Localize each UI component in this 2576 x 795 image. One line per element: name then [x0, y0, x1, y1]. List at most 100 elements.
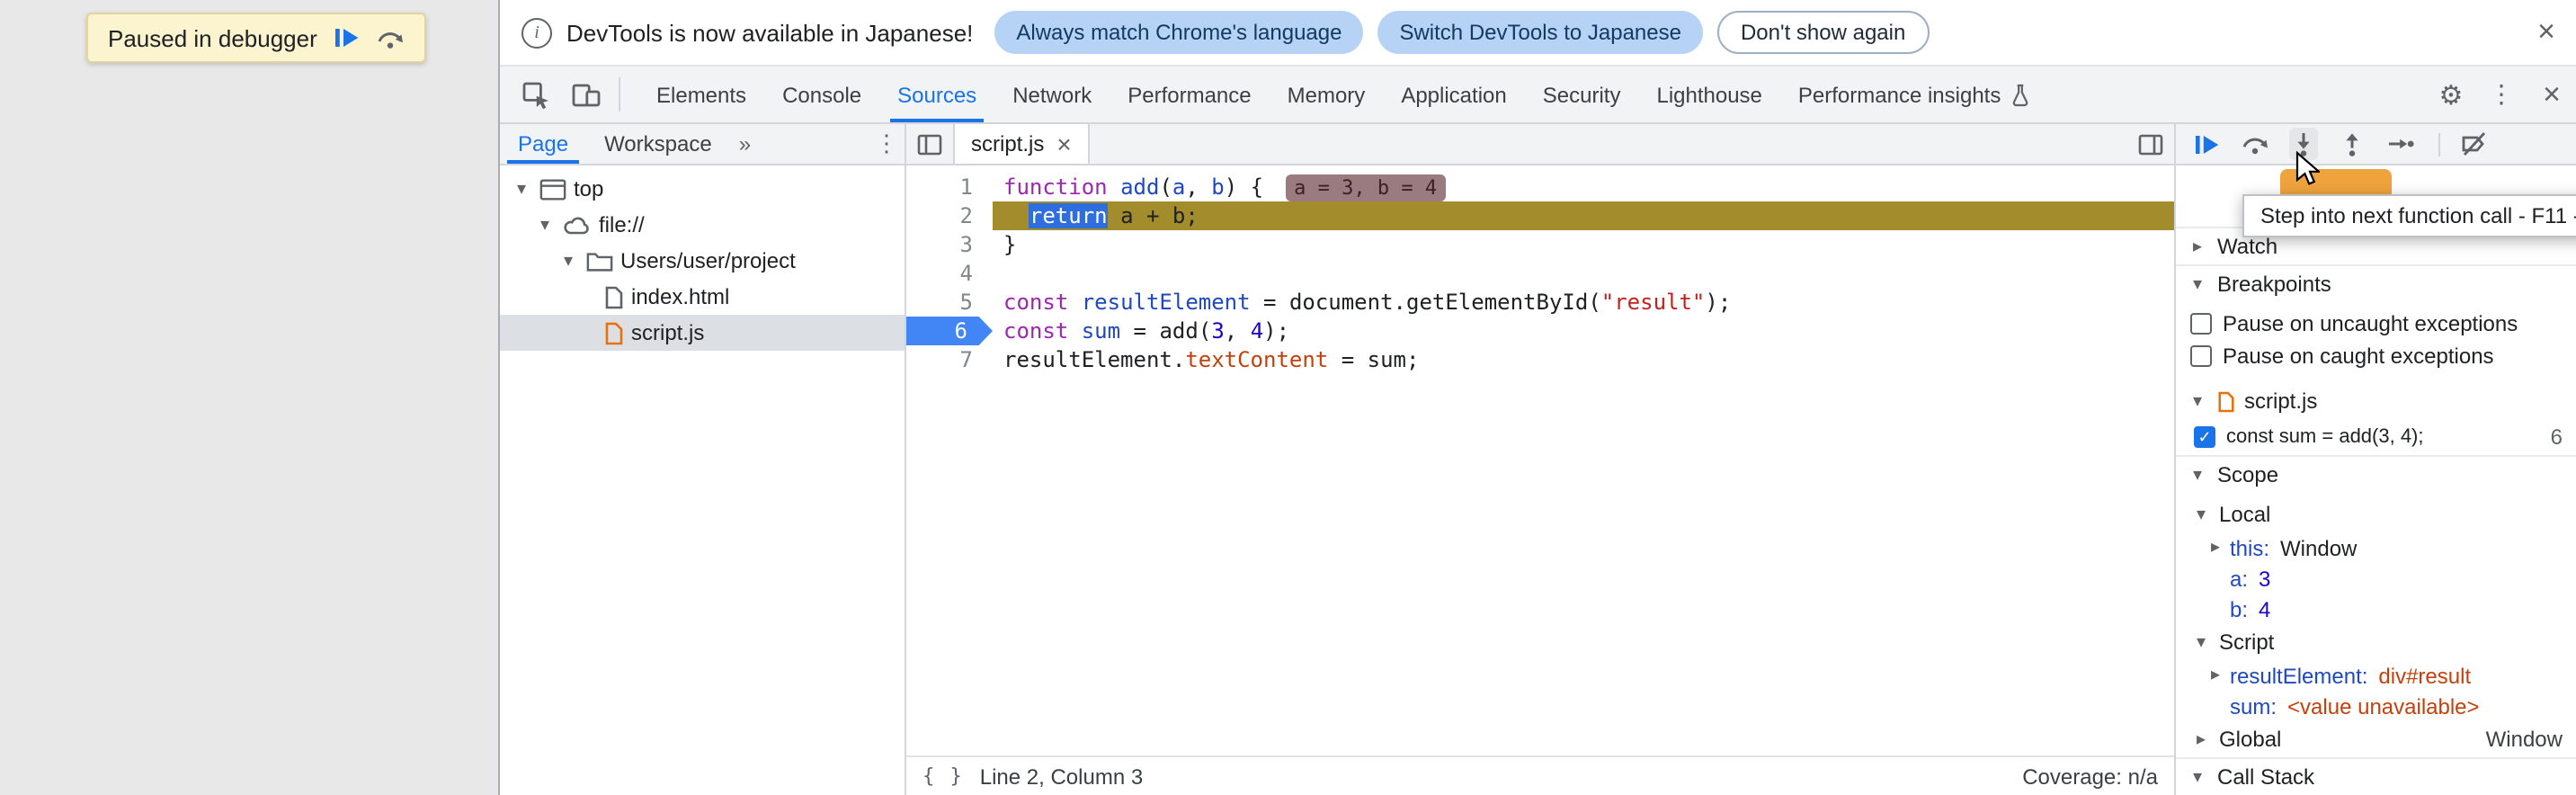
step-over-icon[interactable] — [2241, 128, 2269, 160]
expand-arrow-icon[interactable]: ▾ — [534, 215, 556, 235]
resume-icon[interactable] — [2192, 128, 2221, 160]
breakpoint-entry[interactable]: ✓ const sum = add(3, 4); 6 — [2176, 419, 2576, 455]
expand-arrow-icon[interactable]: ▸ — [2205, 538, 2226, 558]
collapse-arrow-icon[interactable]: ▾ — [2187, 274, 2208, 294]
code-text[interactable]: const resultElement = document.getElemen… — [993, 288, 2174, 317]
tab-performance[interactable]: Performance — [1110, 67, 1269, 122]
code-line-7: 7resultElement.textContent = sum; — [906, 345, 2174, 374]
navigator-menu-icon[interactable]: ⋮ — [869, 124, 905, 164]
tree-item-script-js[interactable]: script.js — [500, 315, 905, 351]
step-over-banner-icon[interactable] — [377, 25, 406, 50]
scope-sum-row[interactable]: sum: <value unavailable> — [2176, 691, 2576, 721]
tree-item-file-scheme[interactable]: ▾ file:// — [500, 207, 905, 243]
pause-uncaught-checkbox[interactable] — [2190, 313, 2212, 335]
tree-item-index-html[interactable]: index.html — [500, 279, 905, 315]
code-token: textContent — [1185, 347, 1328, 372]
navigator-tab-page[interactable]: Page — [500, 124, 586, 164]
tab-network[interactable]: Network — [994, 67, 1110, 122]
tree-label: index.html — [631, 284, 729, 309]
settings-gear-icon[interactable]: ⚙ — [2426, 67, 2476, 122]
line-number[interactable]: 7 — [906, 345, 993, 374]
tab-application[interactable]: Application — [1383, 67, 1524, 122]
file-tree: ▾ top ▾ file:// ▾ Users/user/project — [500, 165, 905, 351]
collapse-arrow-icon[interactable]: ▸ — [2187, 237, 2208, 256]
collapse-arrow-icon[interactable]: ▾ — [2187, 391, 2208, 411]
collapse-arrow-icon[interactable]: ▾ — [2187, 465, 2208, 485]
pretty-print-icon[interactable]: { } — [923, 764, 964, 788]
variable-value: Window — [2280, 535, 2357, 560]
code-text[interactable]: return a + b; — [993, 201, 2174, 230]
match-chrome-language-button[interactable]: Always match Chrome's language — [994, 11, 1363, 54]
code-text[interactable]: resultElement.textContent = sum; — [993, 345, 2174, 374]
call-stack-section-header[interactable]: ▾ Call Stack — [2176, 757, 2576, 795]
code-area[interactable]: 1function add(a, b) {a = 3, b = 42 retur… — [906, 165, 2174, 755]
mouse-cursor — [2295, 151, 2320, 187]
editor-tab-script-js[interactable]: script.js × — [953, 124, 1090, 164]
coverage-status: Coverage: n/a — [2022, 764, 2158, 789]
paused-banner-label: Paused in debugger — [108, 24, 317, 51]
code-text[interactable]: } — [993, 230, 2174, 259]
code-text[interactable]: function add(a, b) {a = 3, b = 4 — [993, 173, 2174, 201]
tab-memory[interactable]: Memory — [1270, 67, 1384, 122]
scope-b-row[interactable]: b: 4 — [2176, 594, 2576, 624]
breakpoint-checkbox[interactable]: ✓ — [2194, 426, 2215, 448]
breakpoint-marker[interactable]: 6 — [906, 317, 993, 345]
pause-caught-exceptions-row[interactable]: Pause on caught exceptions — [2176, 340, 2576, 372]
code-token: b — [1211, 174, 1224, 200]
infobar-close-icon[interactable]: × — [2537, 14, 2555, 50]
resume-script-icon[interactable] — [334, 25, 361, 50]
tab-security[interactable]: Security — [1525, 67, 1639, 122]
line-number[interactable]: 5 — [906, 288, 993, 317]
scope-section-header[interactable]: ▾ Scope — [2176, 455, 2576, 493]
code-text[interactable] — [993, 259, 2174, 288]
step-out-icon[interactable] — [2338, 128, 2367, 160]
switch-devtools-japanese-button[interactable]: Switch DevTools to Japanese — [1377, 11, 1703, 54]
tab-performance-insights[interactable]: Performance insights — [1780, 67, 2047, 122]
step-icon[interactable] — [2386, 128, 2415, 160]
line-number[interactable]: 3 — [906, 230, 993, 259]
tab-lighthouse[interactable]: Lighthouse — [1638, 67, 1779, 122]
line-number[interactable]: 4 — [906, 259, 993, 288]
infobar-message: DevTools is now available in Japanese! — [566, 19, 973, 46]
tab-elements[interactable]: Elements — [638, 67, 764, 122]
inline-eval-hint: a = 3, b = 4 — [1285, 174, 1446, 201]
scope-local-header[interactable]: ▾ Local — [2176, 496, 2576, 532]
devtools-close-icon[interactable]: × — [2527, 67, 2576, 122]
breakpoints-section-header[interactable]: ▾ Breakpoints — [2176, 264, 2576, 302]
breakpoint-group-label: script.js — [2244, 389, 2317, 414]
code-token — [1108, 174, 1120, 200]
close-tab-icon[interactable]: × — [1056, 130, 1071, 158]
pause-caught-checkbox[interactable] — [2190, 345, 2212, 367]
more-tabs-icon[interactable]: » — [730, 124, 760, 164]
device-toolbar-icon[interactable] — [561, 67, 611, 122]
scope-resultelement-row[interactable]: ▸ resultElement: div#result — [2176, 660, 2576, 691]
deactivate-breakpoints-icon[interactable] — [2460, 128, 2489, 160]
tab-sources[interactable]: Sources — [879, 67, 994, 122]
collapse-arrow-icon[interactable]: ▾ — [2187, 767, 2208, 787]
inspect-element-icon[interactable] — [511, 67, 561, 122]
expand-arrow-icon[interactable]: ▸ — [2190, 729, 2212, 749]
expand-arrow-icon[interactable]: ▸ — [2205, 665, 2226, 685]
more-options-icon[interactable]: ⋮ — [2476, 67, 2527, 122]
scope-this-row[interactable]: ▸ this: Window — [2176, 532, 2576, 563]
tab-console[interactable]: Console — [764, 67, 879, 122]
collapse-arrow-icon[interactable]: ▾ — [2190, 632, 2212, 652]
scope-a-row[interactable]: a: 3 — [2176, 563, 2576, 594]
toggle-debugger-sidebar-icon[interactable] — [2127, 124, 2174, 164]
scope-global-header[interactable]: ▸ Global Window — [2176, 721, 2576, 757]
line-number[interactable]: 1 — [906, 173, 993, 201]
dont-show-again-button[interactable]: Don't show again — [1717, 11, 1929, 54]
tree-item-top[interactable]: ▾ top — [500, 171, 905, 207]
toggle-navigator-icon[interactable] — [906, 124, 953, 164]
tree-item-project-folder[interactable]: ▾ Users/user/project — [500, 243, 905, 279]
expand-arrow-icon[interactable]: ▾ — [511, 179, 532, 199]
breakpoint-file-group[interactable]: ▾ script.js — [2176, 383, 2576, 419]
collapse-arrow-icon[interactable]: ▾ — [2190, 505, 2212, 524]
expand-arrow-icon[interactable]: ▾ — [557, 251, 579, 271]
code-text[interactable]: const sum = add(3, 4); — [993, 317, 2174, 345]
line-number[interactable]: 2 — [906, 201, 993, 230]
pause-uncaught-exceptions-row[interactable]: Pause on uncaught exceptions — [2176, 308, 2576, 340]
js-file-icon — [604, 321, 624, 344]
navigator-tab-workspace[interactable]: Workspace — [586, 124, 730, 164]
scope-script-header[interactable]: ▾ Script — [2176, 624, 2576, 660]
